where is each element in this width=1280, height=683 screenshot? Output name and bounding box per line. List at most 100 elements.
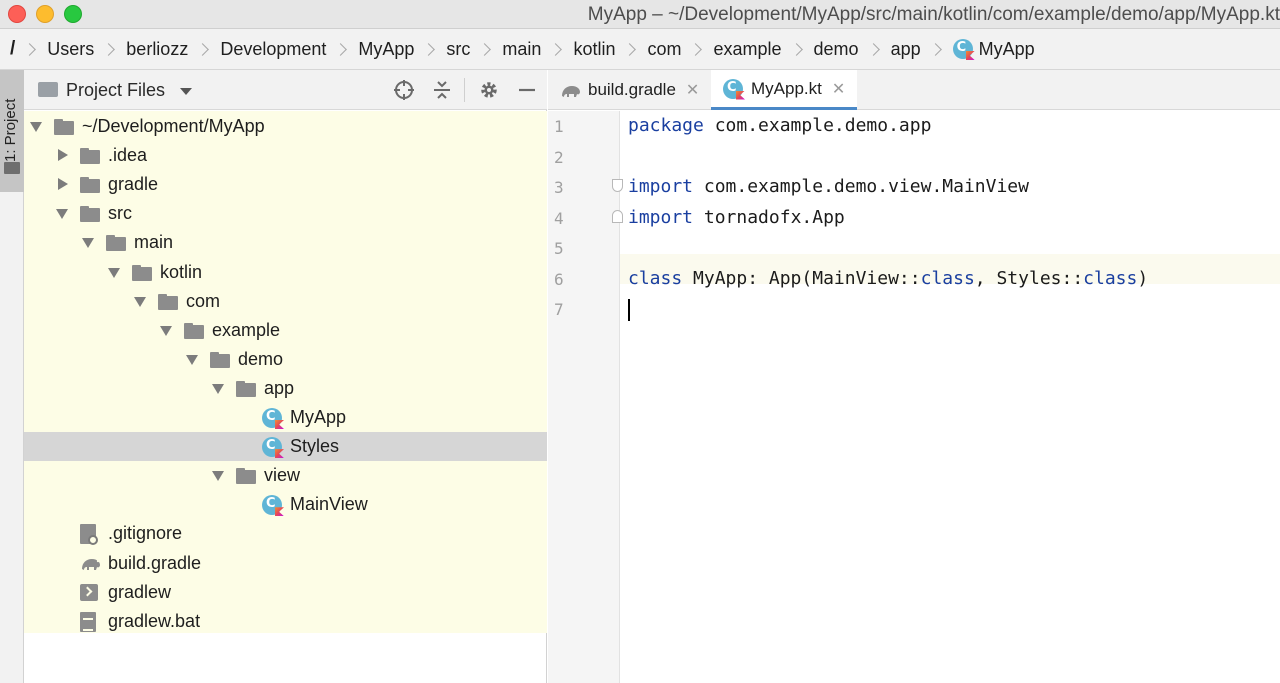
code-token: com.example.demo.view.MainView xyxy=(693,176,1029,197)
terminal-script-icon xyxy=(80,583,98,601)
tree-item-label: gradlew.bat xyxy=(108,610,201,631)
settings-button[interactable] xyxy=(477,78,501,102)
tree-row[interactable]: app xyxy=(24,374,547,403)
fold-marker-icon[interactable] xyxy=(612,179,623,192)
tree-row[interactable]: Styles xyxy=(24,432,547,462)
breadcrumb-item[interactable]: berliozz xyxy=(126,39,188,60)
collapse-all-button[interactable] xyxy=(430,78,454,102)
tree-item-label: Styles xyxy=(290,436,340,457)
window-maximize-button[interactable] xyxy=(64,5,82,23)
tree-item-label: MainView xyxy=(290,494,368,515)
project-tool-button[interactable]: 1: Project xyxy=(0,70,24,192)
breadcrumb-item[interactable]: app xyxy=(891,39,921,60)
chevron-right-icon xyxy=(196,42,210,56)
breadcrumb-item[interactable]: main xyxy=(502,39,541,60)
expand-arrow-down-icon[interactable] xyxy=(186,354,198,365)
tree-row[interactable]: example xyxy=(24,316,547,345)
breadcrumb-label: demo xyxy=(813,38,859,59)
locate-file-button[interactable] xyxy=(392,78,416,102)
chevron-right-icon xyxy=(334,42,348,56)
tree-row[interactable]: MyApp xyxy=(24,403,547,432)
chevron-down-icon[interactable] xyxy=(180,88,192,95)
tree-row[interactable]: ~/Development/MyApp xyxy=(24,112,547,141)
chevron-right-icon xyxy=(23,42,37,56)
close-icon[interactable]: ✕ xyxy=(686,80,699,100)
expand-arrow-down-icon[interactable] xyxy=(134,296,146,307)
tree-row[interactable]: .idea xyxy=(24,141,547,170)
breadcrumb-label: app xyxy=(890,38,921,59)
project-view-selector[interactable]: Project Files xyxy=(66,80,165,101)
kotlin-class-icon xyxy=(262,495,282,516)
tree-row[interactable]: gradle xyxy=(24,170,547,199)
folder-icon xyxy=(80,148,100,165)
breadcrumb: / Users berliozz Development MyApp src main kot… xyxy=(0,29,1280,70)
title-bar: MyApp – ~/Development/MyApp/src/main/kot… xyxy=(0,0,1280,29)
breadcrumb-item[interactable]: demo xyxy=(814,39,859,60)
folder-icon xyxy=(4,162,20,174)
chevron-right-icon xyxy=(866,42,880,56)
tree-row[interactable]: view xyxy=(24,461,547,490)
ignore-file-icon xyxy=(80,524,98,546)
breadcrumb-item[interactable]: kotlin xyxy=(573,39,615,60)
breadcrumb-item[interactable]: com xyxy=(647,39,681,60)
window-title: MyApp – ~/Development/MyApp/src/main/kot… xyxy=(587,4,1280,25)
keyword-token: import xyxy=(628,206,694,228)
breadcrumb-item[interactable]: MyApp xyxy=(358,39,414,60)
tree-row[interactable]: kotlin xyxy=(24,258,547,287)
fold-marker-icon[interactable] xyxy=(612,210,623,223)
text-caret xyxy=(628,299,630,321)
minimize-icon xyxy=(519,88,535,92)
breadcrumb-item[interactable]: example xyxy=(713,39,781,60)
expand-arrow-down-icon[interactable] xyxy=(108,267,120,278)
expand-arrow-right-icon[interactable] xyxy=(58,178,68,191)
tree-row[interactable]: com xyxy=(24,287,547,316)
breadcrumb-label: MyApp xyxy=(978,38,1035,59)
kotlin-class-icon xyxy=(262,437,282,458)
code-line: import com.example.demo.view.MainView xyxy=(628,176,1029,197)
project-tool-label: 1: Project xyxy=(2,98,19,162)
window-minimize-button[interactable] xyxy=(36,5,54,23)
breadcrumb-label: Users xyxy=(47,38,95,59)
breadcrumb-item[interactable]: MyApp xyxy=(952,38,1035,60)
breadcrumb-item[interactable]: Development xyxy=(220,39,326,60)
chevron-right-icon xyxy=(689,42,703,56)
expand-arrow-down-icon[interactable] xyxy=(30,122,42,132)
tree-row[interactable]: gradlew.bat xyxy=(24,607,547,636)
line-number: 3 xyxy=(554,178,564,197)
expand-arrow-down-icon[interactable] xyxy=(160,325,172,336)
expand-arrow-down-icon[interactable] xyxy=(82,238,94,249)
tree-row[interactable]: MainView xyxy=(24,490,547,519)
tree-row[interactable]: src xyxy=(24,199,547,228)
expand-arrow-down-icon[interactable] xyxy=(56,209,68,220)
expand-arrow-right-icon[interactable] xyxy=(58,149,68,162)
expand-arrow-down-icon[interactable] xyxy=(212,383,224,394)
tree-row[interactable]: gradlew xyxy=(24,578,547,607)
expand-arrow-down-icon[interactable] xyxy=(212,471,224,482)
tree-row[interactable]: main xyxy=(24,228,547,257)
breadcrumb-label: main xyxy=(502,38,542,59)
tree-item-label: view xyxy=(264,465,301,486)
gear-icon xyxy=(481,82,497,98)
line-number: 7 xyxy=(554,300,564,319)
line-number: 4 xyxy=(554,208,564,228)
line-number: 6 xyxy=(554,269,564,289)
breadcrumb-item[interactable]: / xyxy=(10,38,15,60)
close-icon[interactable]: ✕ xyxy=(832,79,845,99)
tree-row[interactable]: .gitignore xyxy=(24,519,547,548)
breadcrumb-item[interactable]: Users xyxy=(47,39,94,60)
editor-tab[interactable]: MyApp.kt ✕ xyxy=(711,70,857,110)
chevron-right-icon xyxy=(623,42,637,56)
keyword-token: class xyxy=(1083,267,1138,289)
tree-row[interactable]: demo xyxy=(24,345,547,374)
tab-label: build.gradle xyxy=(588,80,676,99)
breadcrumb-item[interactable]: src xyxy=(446,39,470,60)
code-token: , Styles:: xyxy=(974,267,1084,289)
window-close-button[interactable] xyxy=(8,5,26,23)
project-panel-header: Project Files xyxy=(24,70,547,110)
tree-row[interactable]: build.gradle xyxy=(24,549,547,578)
code-token: MyApp: App(MainView:: xyxy=(682,267,921,289)
hide-panel-button[interactable] xyxy=(515,78,539,102)
editor-tab[interactable]: build.gradle ✕ xyxy=(548,70,710,110)
breadcrumb-label: src xyxy=(446,38,471,59)
code-area[interactable]: package com.example.demo.app import com.e… xyxy=(620,111,1280,683)
